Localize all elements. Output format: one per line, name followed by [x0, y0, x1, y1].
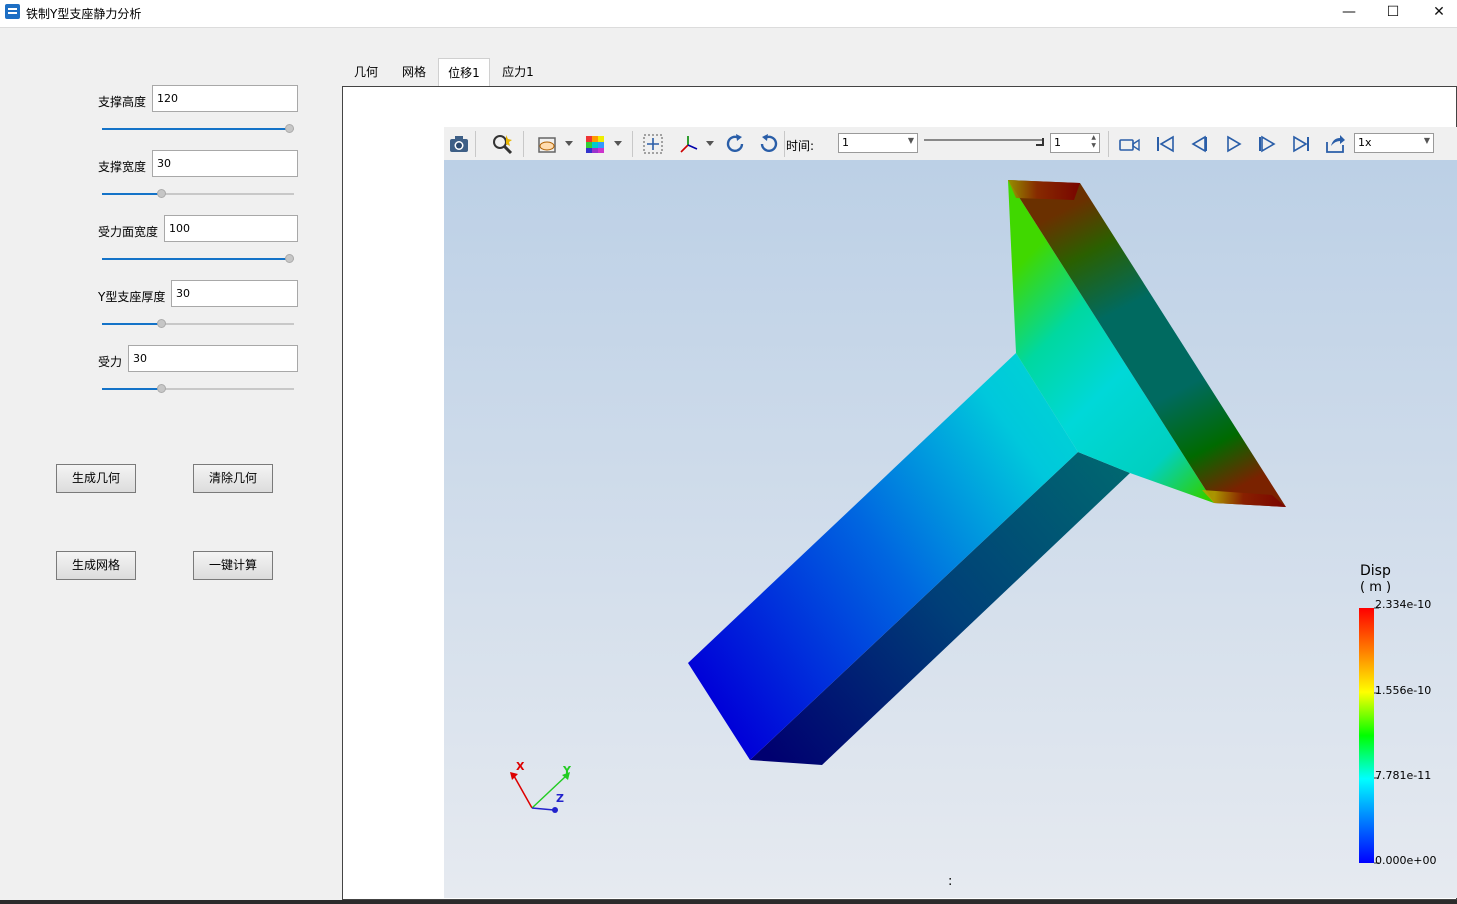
frame-spinbox[interactable]: 1 ▲ ▼ [1050, 133, 1100, 153]
close-button[interactable]: ✕ [1416, 0, 1457, 27]
speed-select-value: 1x [1358, 136, 1372, 149]
record-icon[interactable] [1118, 133, 1140, 155]
slider-fill [102, 193, 162, 195]
slider-fill [102, 388, 162, 390]
generate-geometry-button[interactable]: 生成几何 [56, 464, 136, 493]
frame-spinbox-value: 1 [1054, 136, 1061, 149]
force-label: 受力 [98, 355, 123, 369]
status-text: : [948, 874, 953, 889]
parameter-panel: 支撑高度 支撑宽度 受力面宽度 Y型支座厚度 受力 生成几何 清除几何 生成网格… [0, 28, 342, 900]
slider-fill [102, 128, 290, 130]
display-mode-icon[interactable] [536, 133, 558, 155]
face-width-slider[interactable] [102, 253, 294, 265]
prev-frame-icon[interactable] [1188, 133, 1210, 155]
chevron-down-icon[interactable] [614, 141, 622, 147]
fit-view-icon[interactable] [642, 133, 664, 155]
height-slider[interactable] [102, 123, 294, 135]
slider-fill [102, 323, 162, 325]
height-label: 支撑高度 [98, 95, 147, 109]
legend-min: 0.000e+00 [1375, 854, 1437, 867]
x-axis-line [513, 775, 533, 809]
legend-color-bar [1359, 608, 1374, 863]
slider-thumb[interactable] [157, 319, 166, 328]
generate-mesh-button[interactable]: 生成网格 [56, 551, 136, 580]
slider-thumb[interactable] [285, 124, 294, 133]
chevron-down-icon[interactable] [706, 141, 714, 147]
force-slider[interactable] [102, 383, 294, 395]
height-input[interactable] [152, 85, 298, 112]
thickness-slider[interactable] [102, 318, 294, 330]
chevron-down-icon: ▼ [907, 136, 914, 145]
title-bar: 铁制Y型支座静力分析 — ☐ ✕ [0, 0, 1457, 28]
legend-max: 2.334e-10 [1375, 598, 1432, 611]
app-icon [5, 4, 20, 19]
displacement-model [510, 180, 1379, 864]
play-icon[interactable] [1222, 133, 1244, 155]
z-axis-line [531, 807, 555, 811]
export-icon[interactable] [1324, 133, 1346, 155]
force-input[interactable] [128, 345, 298, 372]
slider-thumb[interactable] [157, 384, 166, 393]
y-axis-label: Y [563, 764, 571, 777]
tab-mesh[interactable]: 网格 [392, 58, 436, 86]
width-slider[interactable] [102, 188, 294, 200]
camera-icon[interactable] [448, 133, 470, 155]
legend-value-2: 1.556e-10 [1375, 684, 1432, 697]
tab-displacement[interactable]: 位移1 [438, 58, 490, 86]
time-select-value: 1 [842, 136, 849, 149]
slider-fill [102, 258, 290, 260]
minimize-button[interactable]: — [1326, 0, 1372, 27]
chevron-down-icon[interactable] [565, 141, 573, 147]
3d-viewport[interactable]: X Y Z Disp ( m ) 2.334e-10 1.556e-10 7.7… [444, 160, 1457, 898]
slider-thumb[interactable] [1036, 138, 1044, 146]
face-width-label: 受力面宽度 [98, 225, 159, 239]
rotate-cw-icon[interactable] [724, 133, 746, 155]
axes-icon[interactable] [678, 133, 700, 155]
time-select[interactable]: 1 ▼ [838, 133, 918, 153]
thickness-input[interactable] [171, 280, 298, 307]
speed-select[interactable]: 1x ▼ [1354, 133, 1434, 153]
window-title: 铁制Y型支座静力分析 [26, 7, 142, 21]
tab-stress[interactable]: 应力1 [496, 58, 540, 86]
frame-slider[interactable] [924, 138, 1044, 150]
last-frame-icon[interactable] [1290, 133, 1312, 155]
compute-button[interactable]: 一键计算 [193, 551, 273, 580]
width-input[interactable] [152, 150, 298, 177]
head-top-edge [1008, 180, 1080, 200]
first-frame-icon[interactable] [1154, 133, 1176, 155]
legend-unit: ( m ) [1360, 580, 1392, 595]
time-label: 时间: [786, 139, 815, 153]
thickness-label: Y型支座厚度 [98, 290, 166, 304]
width-label: 支撑宽度 [98, 160, 147, 174]
clear-geometry-button[interactable]: 清除几何 [193, 464, 273, 493]
face-width-input[interactable] [164, 215, 298, 242]
x-axis-label: X [516, 760, 525, 773]
tab-geometry[interactable]: 几何 [346, 58, 386, 86]
maximize-button[interactable]: ☐ [1370, 0, 1416, 27]
rotate-ccw-icon[interactable] [758, 133, 780, 155]
window-bottom-border [0, 900, 1457, 904]
slider-thumb[interactable] [285, 254, 294, 263]
colormap-icon[interactable] [584, 133, 606, 155]
zoom-icon[interactable] [491, 133, 513, 155]
next-frame-icon[interactable] [1256, 133, 1278, 155]
post-toolbar: 时间: 1 ▼ 1 ▲ ▼ 1x ▼ [444, 127, 1457, 160]
spin-arrows-icon: ▲ ▼ [1091, 134, 1096, 149]
slider-thumb[interactable] [157, 189, 166, 198]
chevron-down-icon: ▼ [1423, 136, 1430, 145]
legend-title: Disp [1360, 563, 1391, 579]
legend-value-1: 7.781e-11 [1375, 769, 1432, 782]
z-axis-label: Z [556, 792, 564, 805]
